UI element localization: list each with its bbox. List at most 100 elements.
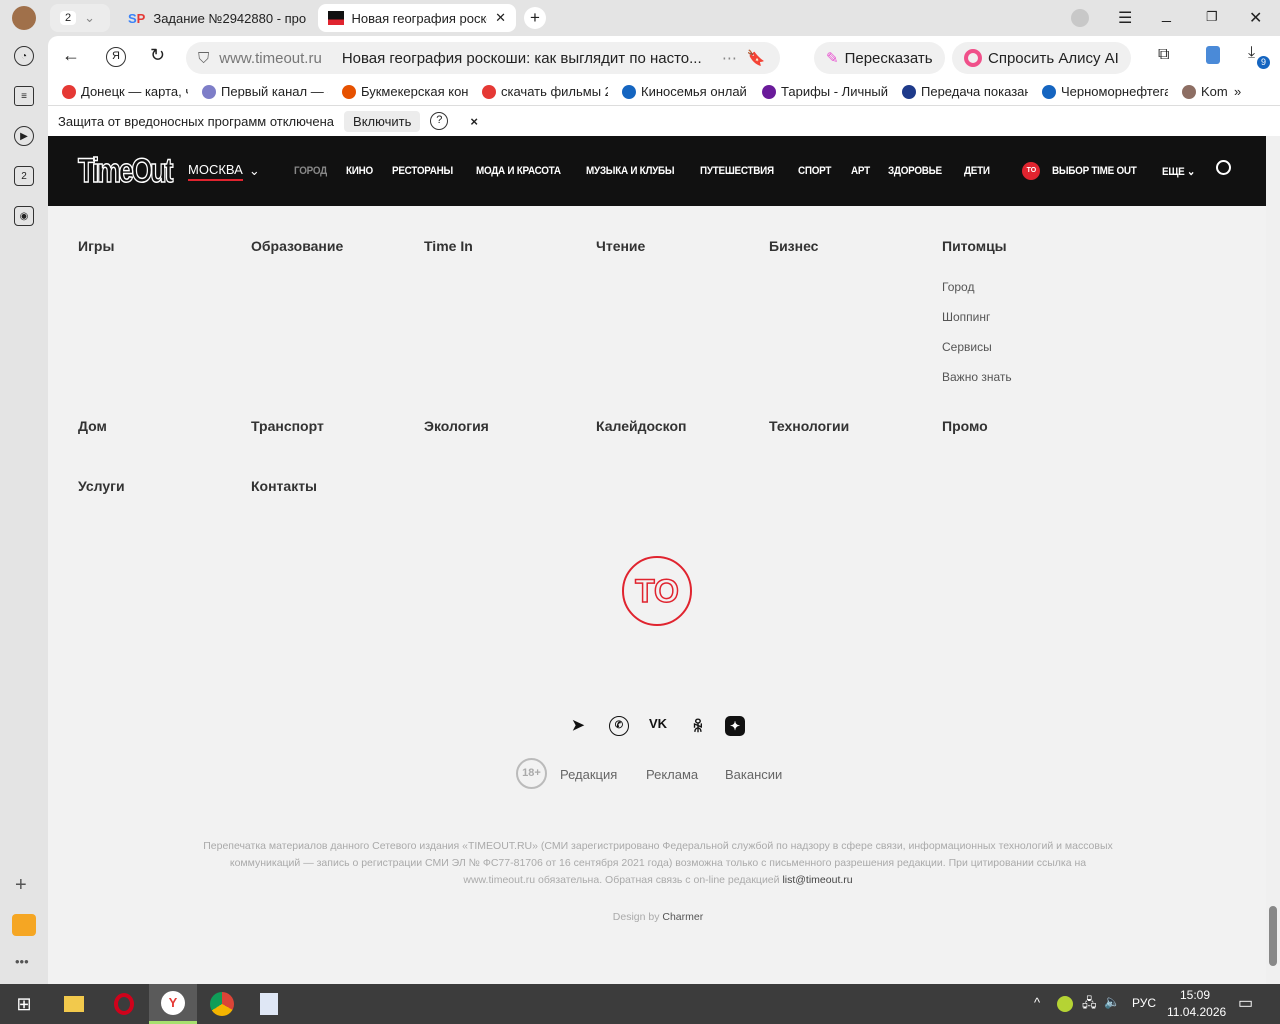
page-scrollbar[interactable] bbox=[1266, 136, 1280, 984]
bookmark-item[interactable]: Komu bbox=[1168, 84, 1228, 99]
scrollbar-thumb[interactable] bbox=[1269, 906, 1277, 966]
nav-item[interactable]: КИНО bbox=[346, 165, 373, 177]
opera-icon[interactable] bbox=[100, 984, 148, 1024]
retell-button[interactable]: ✎ Пересказать bbox=[814, 42, 945, 74]
profile-avatar[interactable] bbox=[12, 6, 36, 30]
search-icon[interactable] bbox=[1216, 160, 1231, 175]
new-tab-button[interactable]: + bbox=[524, 7, 546, 29]
app-icon[interactable] bbox=[245, 984, 293, 1024]
tab-timeout[interactable]: Новая география роскоши ✕ bbox=[318, 4, 516, 32]
add-icon[interactable]: + bbox=[15, 874, 27, 897]
bookmark-item[interactable]: Киносемья онлай bbox=[608, 84, 748, 99]
menu-category-link[interactable]: Контакты bbox=[251, 478, 317, 494]
network-icon[interactable]: 🖧 bbox=[1082, 994, 1097, 1016]
nav-item[interactable]: МОДА И КРАСОТА bbox=[476, 165, 561, 177]
menu-category-link[interactable]: Питомцы bbox=[942, 238, 1007, 254]
bookmark-item[interactable]: скачать фильмы 2 bbox=[468, 84, 608, 99]
menu-icon[interactable]: ☰ bbox=[1118, 8, 1132, 28]
tab-counter[interactable]: 2 ⌄ bbox=[50, 4, 110, 32]
city-selector[interactable]: МОСКВА ⌄ bbox=[188, 162, 260, 181]
menu-category-link[interactable]: Образование bbox=[251, 238, 343, 254]
menu-category-link[interactable]: Чтение bbox=[596, 238, 645, 254]
menu-category-link[interactable]: Транспорт bbox=[251, 418, 324, 434]
footer-link-ads[interactable]: Реклама bbox=[646, 767, 698, 782]
bookmarks-overflow-icon[interactable]: » bbox=[1234, 84, 1241, 99]
help-icon[interactable]: ? bbox=[430, 112, 449, 130]
menu-category-link[interactable]: Экология bbox=[424, 418, 489, 434]
menu-subcategory-link[interactable]: Важно знать bbox=[942, 370, 1012, 384]
clock-time[interactable]: 15:09 bbox=[1180, 988, 1210, 1002]
telegram-icon[interactable]: ➤ bbox=[568, 716, 588, 736]
downloads-icon[interactable]: ⤓ 9 bbox=[1248, 44, 1270, 69]
menu-subcategory-link[interactable]: Сервисы bbox=[942, 340, 992, 354]
mail-icon[interactable] bbox=[12, 914, 36, 936]
menu-category-link[interactable]: Технологии bbox=[769, 418, 849, 434]
nav-item[interactable]: СПОРТ bbox=[798, 165, 831, 177]
notifications-icon[interactable]: ▭ bbox=[1238, 993, 1253, 1013]
minimize-button[interactable]: _ bbox=[1162, 6, 1171, 24]
nav-item[interactable]: МУЗЫКА И КЛУБЫ bbox=[586, 165, 675, 177]
volume-icon[interactable]: 🔈 bbox=[1104, 994, 1120, 1010]
nav-item[interactable]: РЕСТОРАНЫ bbox=[392, 165, 453, 177]
menu-category-link[interactable]: Игры bbox=[78, 238, 114, 254]
menu-category-link[interactable]: Time In bbox=[424, 238, 473, 254]
more-dots-icon[interactable]: ⋯ bbox=[722, 49, 737, 67]
nav-item[interactable]: АРТ bbox=[851, 165, 870, 177]
yandex-browser-icon[interactable]: Y bbox=[149, 984, 197, 1024]
dzen-icon[interactable]: ✦ bbox=[725, 716, 745, 736]
email-link[interactable]: list@timeout.ru bbox=[782, 874, 852, 886]
screenshot-icon[interactable]: ◉ bbox=[14, 206, 34, 226]
nav-item[interactable]: ГОРОД bbox=[294, 165, 327, 177]
nav-item[interactable]: ДЕТИ bbox=[964, 165, 990, 177]
restore-button[interactable]: ❐ bbox=[1206, 9, 1218, 25]
tab-task[interactable]: SP Задание №2942880 - про bbox=[118, 4, 310, 32]
nav-item[interactable]: ЗДОРОВЬЕ bbox=[888, 165, 942, 177]
enable-protection-button[interactable]: Включить bbox=[344, 110, 421, 132]
address-bar[interactable]: ⛉ www.timeout.ru Новая география роскоши… bbox=[186, 42, 780, 74]
close-infobar-icon[interactable]: × bbox=[470, 114, 478, 129]
start-icon[interactable]: ⊞ bbox=[0, 984, 48, 1024]
chrome-icon[interactable] bbox=[198, 984, 246, 1024]
nav-more[interactable]: ЕЩЕ ⌄ bbox=[1162, 165, 1195, 178]
more-icon[interactable]: ••• bbox=[15, 954, 29, 969]
account-icon[interactable] bbox=[1071, 9, 1089, 27]
to-footer-logo[interactable]: TO bbox=[622, 556, 692, 626]
viber-icon[interactable]: ✆ bbox=[609, 716, 629, 736]
clock-date[interactable]: 11.04.2026 bbox=[1167, 1005, 1226, 1019]
designer-link[interactable]: Charmer bbox=[662, 911, 703, 923]
to-badge[interactable]: TO bbox=[1022, 162, 1041, 180]
footer-link-jobs[interactable]: Вакансии bbox=[725, 767, 782, 782]
nav-choice[interactable]: ВЫБОР TIME OUT bbox=[1052, 165, 1137, 177]
timeout-logo[interactable]: TimeOut bbox=[77, 151, 174, 191]
bookmark-item[interactable]: Черноморнефтега bbox=[1028, 84, 1168, 99]
bookmark-item[interactable]: Букмекерская кон bbox=[328, 84, 468, 99]
bookmark-icon[interactable]: 🔖 bbox=[747, 49, 766, 67]
bookmark-item[interactable]: Первый канал — с bbox=[188, 84, 328, 99]
play-icon[interactable]: ▶ bbox=[14, 126, 34, 146]
explorer-icon[interactable] bbox=[50, 984, 98, 1024]
nav-item[interactable]: ПУТЕШЕСТВИЯ bbox=[700, 165, 774, 177]
collections-icon[interactable]: ≡ bbox=[14, 86, 34, 106]
extensions-icon[interactable]: ⧉ bbox=[1158, 46, 1169, 64]
menu-subcategory-link[interactable]: Город bbox=[942, 280, 974, 294]
extension-check-icon[interactable] bbox=[1206, 46, 1220, 64]
tray-app-icon[interactable] bbox=[1057, 996, 1073, 1012]
back-icon[interactable]: ← bbox=[62, 45, 80, 66]
ask-alice-button[interactable]: Спросить Алису AI bbox=[952, 42, 1131, 74]
bookmark-item[interactable]: Донецк — карта, ч bbox=[48, 84, 188, 99]
bookmark-item[interactable]: Тарифы - Личный bbox=[748, 84, 888, 99]
history-icon[interactable]: ◔ bbox=[14, 46, 34, 66]
menu-category-link[interactable]: Дом bbox=[78, 418, 107, 434]
menu-category-link[interactable]: Бизнес bbox=[769, 238, 818, 254]
odnoklassniki-icon[interactable]: ꆜ bbox=[688, 716, 708, 736]
tabs-counter-icon[interactable]: 2 bbox=[14, 166, 34, 186]
vk-icon[interactable]: VK bbox=[648, 716, 668, 736]
yandex-icon[interactable]: Я bbox=[106, 47, 126, 67]
close-window-button[interactable]: ✕ bbox=[1249, 8, 1262, 28]
menu-category-link[interactable]: Промо bbox=[942, 418, 988, 434]
reload-icon[interactable]: ↻ bbox=[150, 45, 165, 66]
menu-category-link[interactable]: Услуги bbox=[78, 478, 125, 494]
tray-chevron-icon[interactable]: ^ bbox=[1034, 995, 1040, 1010]
menu-subcategory-link[interactable]: Шоппинг bbox=[942, 310, 990, 324]
language-indicator[interactable]: РУС bbox=[1132, 996, 1156, 1010]
